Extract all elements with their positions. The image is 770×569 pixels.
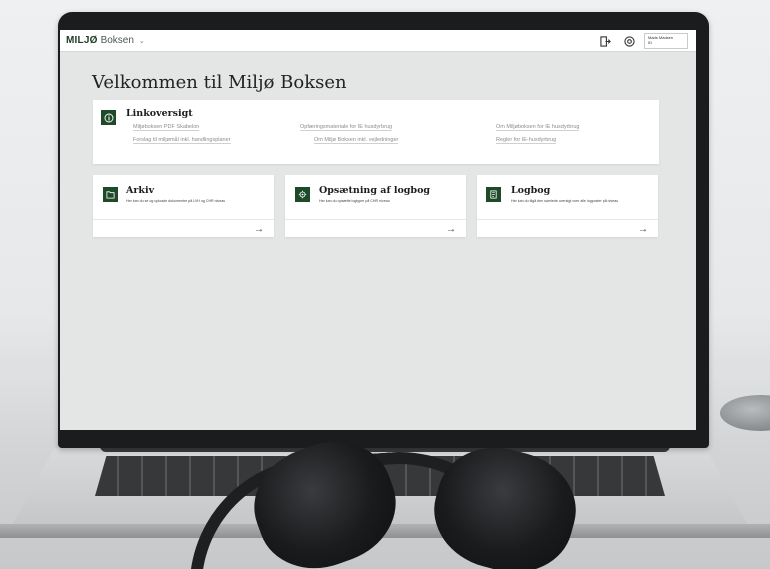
link-pdf-template[interactable]: Miljøboksen PDF Skabelon <box>133 124 200 131</box>
logbook-card-desc: Her kan du tilgå den samlede oversigt ov… <box>511 199 619 203</box>
laptop-screen: MILJØ Boksen ⌄ Mads Madsen ID Velkommen … <box>60 30 696 430</box>
chevron-down-icon[interactable]: ⌄ <box>139 37 145 45</box>
folder-icon <box>103 187 118 202</box>
archive-card[interactable]: Arkiv Her kan du se og uploade dokumente… <box>93 175 274 237</box>
page-title: Velkommen til Miljø Boksen <box>92 72 347 93</box>
logbook-icon <box>486 187 501 202</box>
user-selector[interactable]: Mads Madsen ID <box>644 33 688 49</box>
links-card-title: Linkoversigt <box>126 108 193 119</box>
archive-card-desc: Her kan du se og uploade dokumenter på L… <box>126 199 226 203</box>
logbook-card[interactable]: Logbog Her kan du tilgå den samlede over… <box>477 175 658 237</box>
link-environmental-goals[interactable]: Forslag til miljømål inkl. handlingsplan… <box>133 137 231 144</box>
links-card: Linkoversigt Miljøboksen PDF Skabelon Fo… <box>93 100 659 164</box>
app-logo[interactable]: MILJØ Boksen ⌄ <box>66 35 145 46</box>
logout-icon[interactable] <box>598 34 612 48</box>
card-divider <box>477 219 658 220</box>
logbook-setup-card-desc: Her kan du opsætte logtyper på CHR nivea… <box>319 199 390 203</box>
logbook-setup-card-title: Opsætning af logbog <box>319 185 431 196</box>
link-ie-about[interactable]: Om Miljøboksen for IE husdyrbrug <box>496 124 580 131</box>
card-divider <box>93 219 274 220</box>
user-id: ID <box>648 40 652 45</box>
link-ie-rules[interactable]: Regler for IE-husdyrbrug <box>496 137 557 144</box>
arrow-right-icon[interactable]: → <box>254 224 264 235</box>
link-ie-training[interactable]: Opfæringsmateriale for IE husdyrbrug <box>300 124 393 131</box>
logbook-setup-card[interactable]: Opsætning af logbog Her kan du opsætte l… <box>285 175 466 237</box>
brand-light: Boksen <box>100 35 134 46</box>
link-about-guides[interactable]: Om Miljø Boksen inkl. vejledninger <box>314 137 399 144</box>
brand-strong: MILJØ <box>66 35 98 46</box>
card-divider <box>285 219 466 220</box>
gear-icon <box>295 187 310 202</box>
archive-card-title: Arkiv <box>126 185 155 196</box>
arrow-right-icon[interactable]: → <box>638 224 648 235</box>
info-icon <box>101 110 116 125</box>
logbook-card-title: Logbog <box>511 185 551 196</box>
support-icon[interactable] <box>622 34 636 48</box>
app-topbar: MILJØ Boksen ⌄ Mads Madsen ID <box>60 30 696 52</box>
arrow-right-icon[interactable]: → <box>446 224 456 235</box>
